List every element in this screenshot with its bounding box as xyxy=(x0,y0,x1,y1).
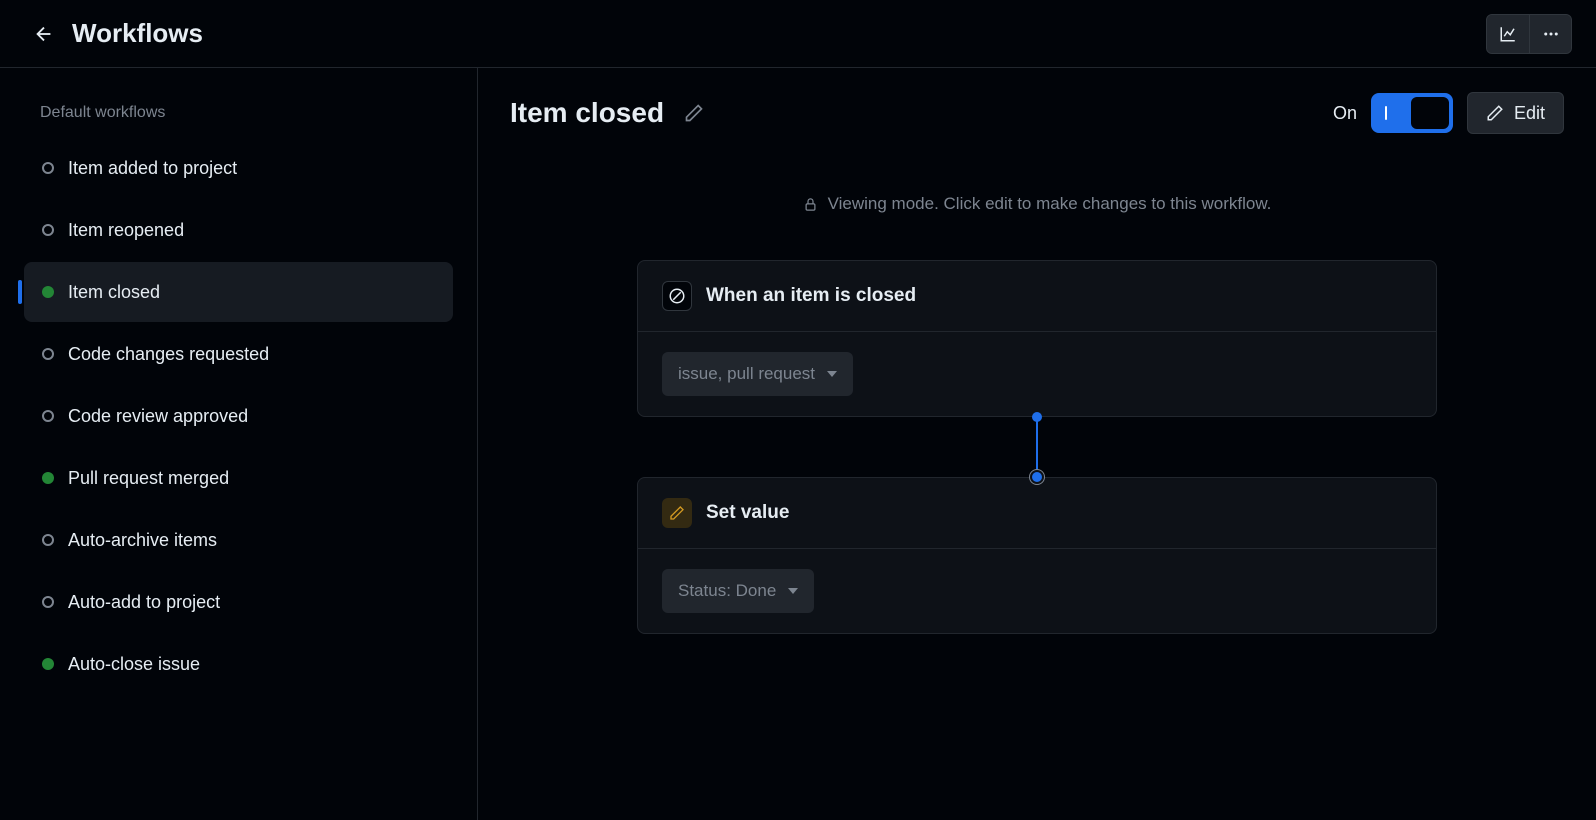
status-dot-icon xyxy=(42,162,54,174)
action-card: Set value Status: Done xyxy=(637,477,1437,634)
kebab-icon xyxy=(1542,25,1560,43)
flow-connector xyxy=(1036,417,1038,477)
chart-icon xyxy=(1499,25,1517,43)
main-header: Item closed On Edit xyxy=(478,68,1596,158)
status-dot-icon xyxy=(42,472,54,484)
sidebar-item-label: Auto-archive items xyxy=(68,530,217,551)
sidebar-item-workflow[interactable]: Code changes requested xyxy=(24,324,453,384)
sidebar-item-label: Pull request merged xyxy=(68,468,229,489)
sidebar-item-label: Code changes requested xyxy=(68,344,269,365)
sidebar: Default workflows Item added to projectI… xyxy=(0,68,478,820)
status-dot-icon xyxy=(42,348,54,360)
back-button[interactable] xyxy=(32,22,56,46)
trigger-title: When an item is closed xyxy=(706,285,916,307)
rename-button[interactable] xyxy=(680,99,708,127)
sidebar-item-workflow[interactable]: Item added to project xyxy=(24,138,453,198)
sidebar-heading: Default workflows xyxy=(40,104,453,122)
chevron-down-icon xyxy=(788,588,798,594)
pencil-icon xyxy=(662,498,692,528)
workflow-list: Item added to project Item reopened Item c… xyxy=(24,138,453,694)
status-dot-icon xyxy=(42,534,54,546)
arrow-left-icon xyxy=(33,23,55,45)
toggle-label: On xyxy=(1333,103,1357,124)
trigger-card: When an item is closed issue, pull reque… xyxy=(637,260,1437,417)
sidebar-item-workflow[interactable]: Auto-close issue xyxy=(24,634,453,694)
page-header: Workflows xyxy=(0,0,1596,68)
sidebar-item-workflow[interactable]: Code review approved xyxy=(24,386,453,446)
edit-button-label: Edit xyxy=(1514,103,1545,124)
sidebar-item-workflow[interactable]: Auto-archive items xyxy=(24,510,453,570)
sidebar-item-label: Auto-add to project xyxy=(68,592,220,613)
trigger-filter-value: issue, pull request xyxy=(678,364,815,384)
status-dot-icon xyxy=(42,286,54,298)
flow-area: When an item is closed issue, pull reque… xyxy=(478,260,1596,634)
workflow-title: Item closed xyxy=(510,97,664,129)
sidebar-item-label: Item reopened xyxy=(68,220,184,241)
lock-icon xyxy=(803,197,818,212)
enable-toggle[interactable] xyxy=(1371,93,1453,133)
sidebar-item-workflow[interactable]: Item closed xyxy=(24,262,453,322)
sidebar-item-label: Code review approved xyxy=(68,406,248,427)
skip-icon xyxy=(662,281,692,311)
status-dot-icon xyxy=(42,410,54,422)
edit-button[interactable]: Edit xyxy=(1467,92,1564,134)
sidebar-item-label: Item closed xyxy=(68,282,160,303)
pencil-icon xyxy=(684,103,704,123)
page-title: Workflows xyxy=(72,18,203,49)
action-value-dropdown[interactable]: Status: Done xyxy=(662,569,814,613)
viewing-notice-text: Viewing mode. Click edit to make changes… xyxy=(828,194,1272,214)
chevron-down-icon xyxy=(827,371,837,377)
more-button[interactable] xyxy=(1529,15,1571,53)
sidebar-item-label: Auto-close issue xyxy=(68,654,200,675)
insights-button[interactable] xyxy=(1487,15,1529,53)
trigger-filter-dropdown[interactable]: issue, pull request xyxy=(662,352,853,396)
status-dot-icon xyxy=(42,596,54,608)
sidebar-item-workflow[interactable]: Pull request merged xyxy=(24,448,453,508)
main-panel: Item closed On Edit Viewing mode. Click xyxy=(478,68,1596,820)
toggle-on-indicator-icon xyxy=(1385,106,1387,120)
sidebar-item-workflow[interactable]: Item reopened xyxy=(24,200,453,260)
pencil-icon xyxy=(1486,104,1504,122)
status-dot-icon xyxy=(42,224,54,236)
sidebar-item-label: Item added to project xyxy=(68,158,237,179)
toggle-thumb xyxy=(1411,97,1449,129)
header-actions xyxy=(1486,14,1572,54)
action-title: Set value xyxy=(706,502,789,524)
sidebar-item-workflow[interactable]: Auto-add to project xyxy=(24,572,453,632)
status-dot-icon xyxy=(42,658,54,670)
action-value-text: Status: Done xyxy=(678,581,776,601)
viewing-notice: Viewing mode. Click edit to make changes… xyxy=(478,158,1596,260)
